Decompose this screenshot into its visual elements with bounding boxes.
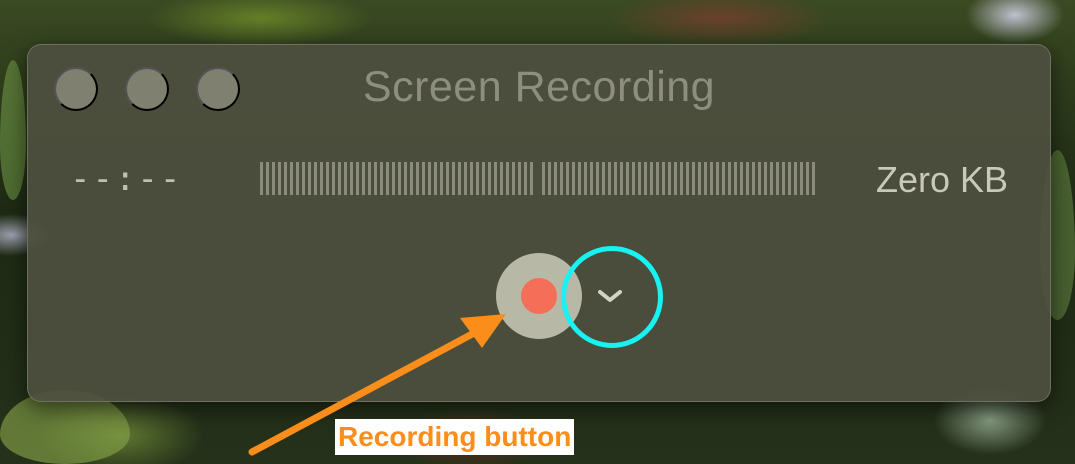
recording-button-callout: Recording button bbox=[335, 419, 575, 455]
annotation-arrow bbox=[248, 314, 506, 456]
